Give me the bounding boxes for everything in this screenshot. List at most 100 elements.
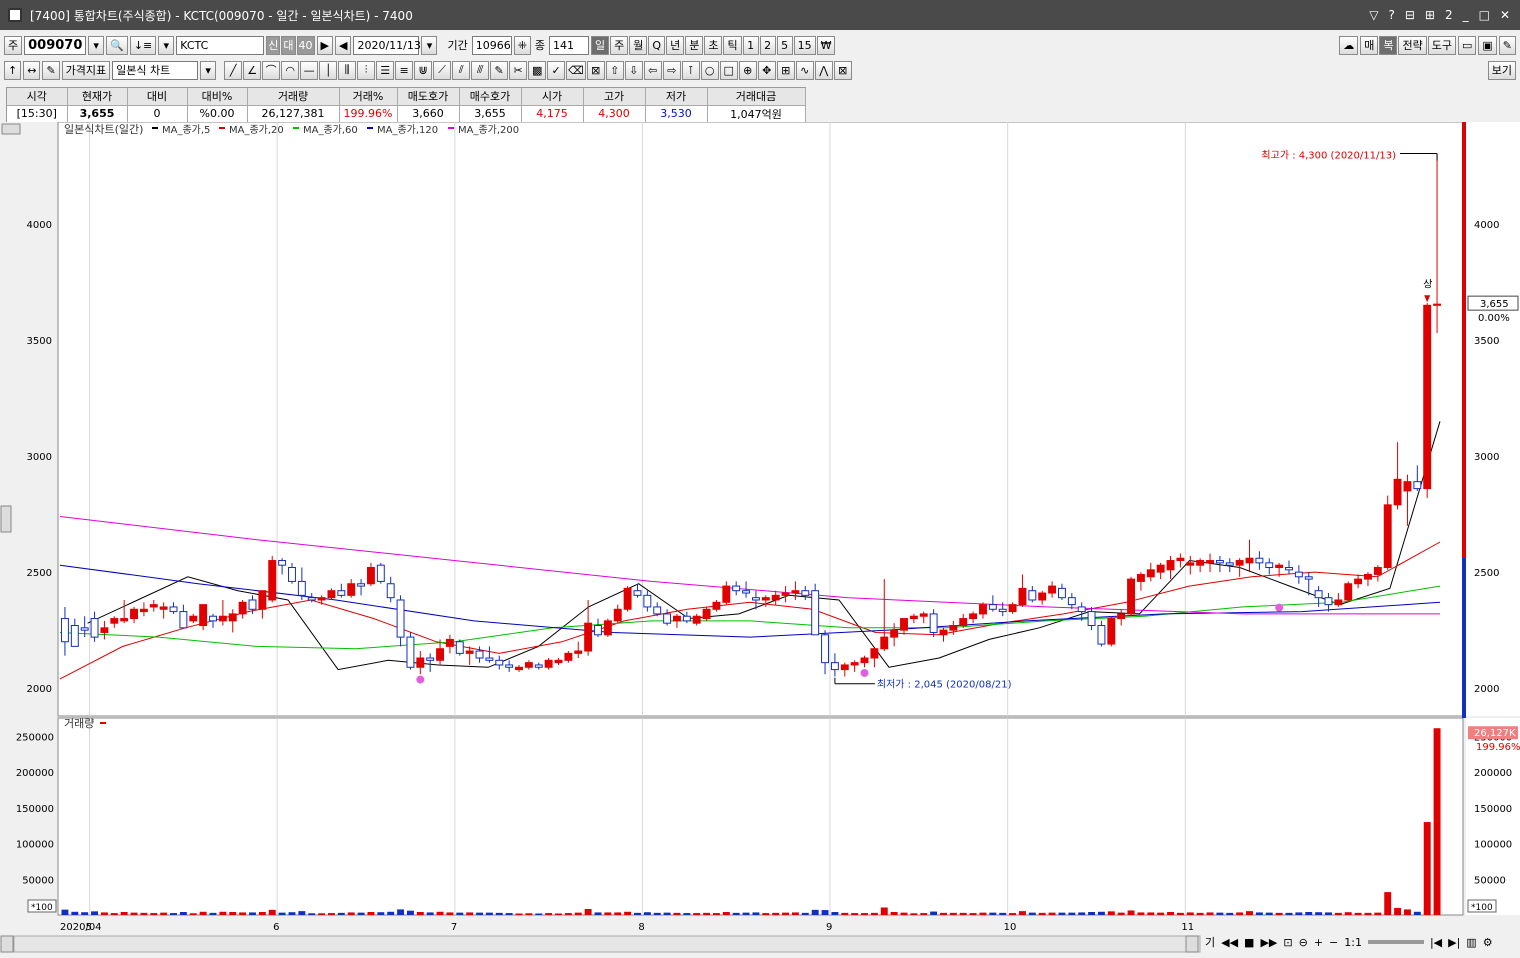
draw-tool-icon-29[interactable]: ⊞	[776, 60, 795, 80]
draw-tool-icon-11[interactable]: ⟋	[433, 60, 452, 80]
draw-tool-icon-14[interactable]: ✎	[490, 60, 509, 80]
right-button-3[interactable]: 도구	[1427, 35, 1456, 55]
window-icon-5[interactable]: _	[1461, 8, 1471, 22]
draw-tool-icon-4[interactable]: —	[300, 60, 319, 80]
cloud-icon[interactable]: ☁	[1339, 35, 1359, 55]
draw-tool-icon-8[interactable]: ☰	[376, 60, 395, 80]
window-icon-2[interactable]: ⊟	[1403, 8, 1417, 22]
scroll-right-icon[interactable]	[1185, 935, 1199, 953]
arrows-h-icon[interactable]: ↔	[23, 60, 41, 80]
draw-tool-icon-13[interactable]: ⫻	[471, 60, 490, 80]
save-icon[interactable]: ▣	[1478, 35, 1497, 55]
first-icon[interactable]: |◀	[1430, 936, 1442, 949]
date-input[interactable]: 2020/11/13	[353, 35, 421, 55]
draw-tool-icon-18[interactable]: ⌫	[566, 60, 586, 80]
chart-type-select[interactable]: 일본식 차트	[112, 60, 199, 80]
draw-tool-icon-16[interactable]: ▩	[528, 60, 547, 80]
calendar-dropdown-icon[interactable]: ▾	[421, 35, 438, 55]
draw-tool-icon-31[interactable]: ⋀	[814, 60, 833, 80]
wrench-icon[interactable]: ✎	[1498, 35, 1516, 55]
draw-tool-icon-7[interactable]: ⫶	[357, 60, 376, 80]
sort-icon[interactable]: ↓≡	[129, 35, 157, 55]
window-icon-1[interactable]: ?	[1386, 8, 1396, 22]
draw-tool-icon-30[interactable]: ∿	[795, 60, 814, 80]
draw-tool-icon-21[interactable]: ⇩	[624, 60, 643, 80]
draw-tool-icon-6[interactable]: ⫼	[338, 60, 357, 80]
period-input[interactable]: 10966	[471, 35, 512, 55]
count-input[interactable]: 141	[549, 35, 590, 55]
market-select[interactable]: 주	[4, 35, 23, 55]
interval-button-11[interactable]: 15	[793, 35, 816, 55]
view-button[interactable]: 보기	[1487, 60, 1516, 80]
dropdown-icon[interactable]: ▾	[88, 35, 105, 55]
zoom-minus-icon[interactable]: −	[1329, 936, 1338, 949]
zoom-slider[interactable]	[1367, 940, 1424, 944]
dropdown-icon[interactable]: ▾	[158, 35, 175, 55]
interval-button-9[interactable]: 2	[759, 35, 776, 55]
last-icon[interactable]: ▶|	[1448, 936, 1460, 949]
draw-tool-icon-23[interactable]: ⇨	[662, 60, 681, 80]
zoom-area-icon[interactable]: ⊡	[1283, 936, 1292, 949]
right-button-0[interactable]: 매	[1360, 35, 1379, 55]
draw-tool-icon-32[interactable]: ⊠	[833, 60, 852, 80]
prev-icon[interactable]: ◀	[334, 35, 352, 55]
draw-tool-icon-15[interactable]: ✂	[509, 60, 528, 80]
interval-button-12[interactable]: ₩	[816, 35, 836, 55]
window-icon-4[interactable]: 2	[1443, 8, 1455, 22]
interval-button-4[interactable]: 년	[666, 35, 685, 55]
dropdown-icon[interactable]: ▾	[200, 60, 217, 80]
draw-tool-icon-20[interactable]: ⇧	[605, 60, 624, 80]
interval-button-8[interactable]: 1	[742, 35, 759, 55]
chart-svg[interactable]: 4000 4000 3500 3500 3000 3000 2500 2500 2000 2000…	[0, 121, 1520, 955]
rewind-icon[interactable]: ◀◀	[1221, 936, 1238, 949]
horizontal-scrollbar[interactable]	[13, 935, 1201, 953]
draw-tool-icon-26[interactable]: □	[719, 60, 738, 80]
interval-button-6[interactable]: 초	[704, 35, 723, 55]
right-button-1[interactable]: 복	[1379, 35, 1398, 55]
draw-tool-icon-25[interactable]: ○	[700, 60, 719, 80]
draw-tool-icon-9[interactable]: ≡	[395, 60, 414, 80]
interval-button-2[interactable]: 월	[629, 35, 648, 55]
window-icon-0[interactable]: ▽	[1367, 8, 1380, 22]
interval-button-7[interactable]: 틱	[723, 35, 742, 55]
interval-button-5[interactable]: 분	[685, 35, 704, 55]
stop-icon[interactable]: ■	[1244, 936, 1254, 949]
draw-tool-icon-10[interactable]: ⋓	[414, 60, 433, 80]
draw-tool-icon-17[interactable]: ✓	[547, 60, 566, 80]
draw-tool-icon-0[interactable]: ╱	[224, 60, 243, 80]
zoom-in-plus-icon[interactable]: +	[1314, 936, 1323, 949]
search-icon[interactable]: 🔍	[106, 35, 128, 55]
draw-tool-icon-27[interactable]: ⊕	[738, 60, 757, 80]
draw-tool-icon-5[interactable]: │	[319, 60, 338, 80]
indicator-select[interactable]: 가격지표	[61, 60, 111, 80]
window-icon-7[interactable]: ✕	[1498, 8, 1512, 22]
side-panel-toggle-icon[interactable]	[0, 505, 12, 533]
label-icon[interactable]: 기	[1205, 934, 1215, 950]
scroll-left-icon[interactable]	[0, 935, 14, 953]
interval-button-0[interactable]: 일	[591, 35, 610, 55]
bar-mode-icon[interactable]: ▥	[1466, 936, 1476, 949]
window-icon-3[interactable]: ⊞	[1423, 8, 1437, 22]
settings-icon[interactable]: ⚙	[1483, 936, 1493, 949]
expand-handle-icon[interactable]	[1, 123, 21, 135]
edit-icon[interactable]: ✎	[42, 60, 60, 80]
folder-icon[interactable]: ▭	[1457, 35, 1477, 55]
code-input[interactable]: 009070	[24, 35, 87, 55]
chart-area[interactable]: 4000 4000 3500 3500 3000 3000 2500 2500 2000 2000…	[0, 121, 1520, 955]
link-icon[interactable]: ⁜	[513, 35, 531, 55]
arrow-up-icon[interactable]: ↑	[4, 60, 22, 80]
draw-tool-icon-24[interactable]: ⊺	[681, 60, 700, 80]
zoom-out-icon[interactable]: ⊖	[1299, 936, 1308, 949]
draw-tool-icon-3[interactable]: ◠	[281, 60, 300, 80]
window-icon-6[interactable]: □	[1477, 8, 1492, 22]
draw-tool-icon-12[interactable]: ⫽	[452, 60, 471, 80]
right-button-2[interactable]: 전략	[1398, 35, 1427, 55]
draw-tool-icon-1[interactable]: ∠	[243, 60, 262, 80]
draw-tool-icon-28[interactable]: ✥	[757, 60, 776, 80]
draw-tool-icon-19[interactable]: ⊠	[586, 60, 605, 80]
next-icon[interactable]: ▶	[316, 35, 333, 55]
forward-icon[interactable]: ▶▶	[1260, 936, 1277, 949]
interval-button-1[interactable]: 주	[610, 35, 629, 55]
draw-tool-icon-2[interactable]: ⌒	[262, 60, 281, 80]
interval-button-10[interactable]: 5	[776, 35, 793, 55]
